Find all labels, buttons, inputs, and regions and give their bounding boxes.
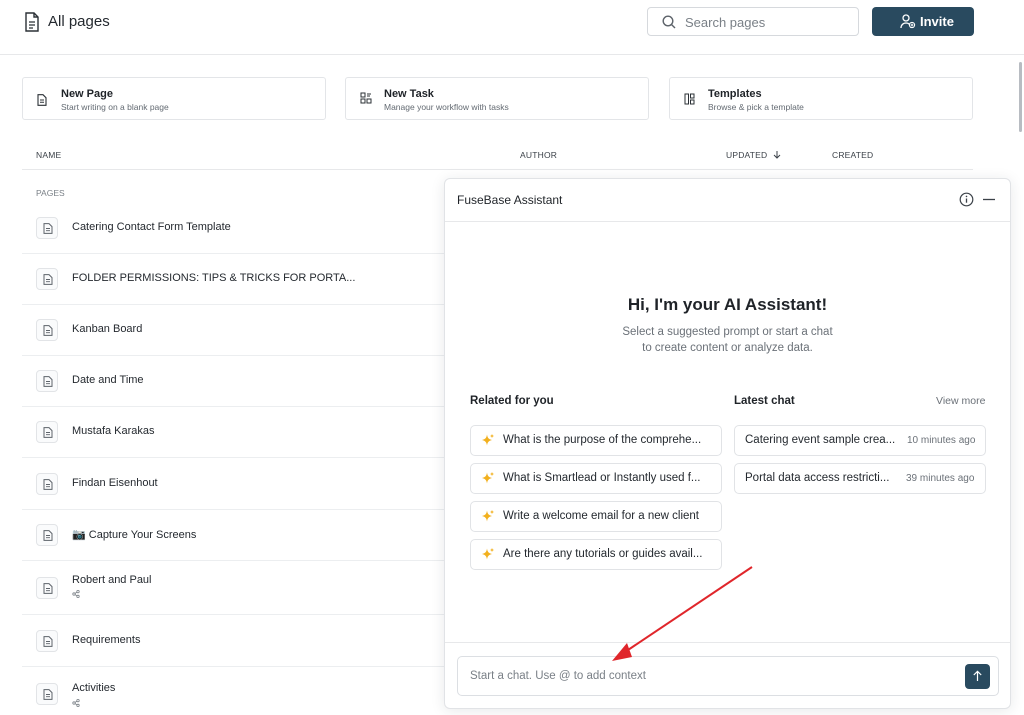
card-title: New Task [384, 88, 434, 100]
page-icon-box [36, 577, 58, 599]
document-icon [37, 94, 47, 106]
document-icon [43, 479, 53, 490]
row-title: Date and Time [72, 374, 144, 386]
document-icon [43, 427, 53, 438]
column-header-name[interactable]: NAME [36, 150, 61, 160]
card-subtitle: Start writing on a blank page [61, 102, 169, 112]
sparkle-icon [482, 548, 494, 560]
chat-title: Portal data access restricti... [745, 472, 890, 484]
sparkle-icon [482, 510, 494, 522]
share-icon [72, 699, 80, 707]
page-icon-box [36, 217, 58, 239]
column-header-updated-label: UPDATED [726, 150, 768, 160]
task-grid-icon [360, 92, 372, 104]
view-more-link[interactable]: View more [936, 395, 985, 407]
new-page-card[interactable]: New Page Start writing on a blank page [22, 77, 326, 120]
prompt-text: Are there any tutorials or guides avail.… [503, 548, 703, 560]
suggested-prompt[interactable]: What is the purpose of the comprehe... [470, 425, 722, 456]
card-title: New Page [61, 88, 113, 100]
assistant-title: FuseBase Assistant [457, 193, 563, 207]
card-title: Templates [708, 88, 762, 100]
new-task-card[interactable]: New Task Manage your workflow with tasks [345, 77, 649, 120]
column-header-author[interactable]: AUTHOR [520, 150, 557, 160]
prompt-text: What is Smartlead or Instantly used f... [503, 472, 701, 484]
document-icon [43, 583, 53, 594]
arrow-up-icon [973, 670, 982, 681]
card-subtitle: Manage your workflow with tasks [384, 102, 509, 112]
row-title: Robert and Paul [72, 574, 152, 586]
footer-divider [445, 642, 1010, 643]
card-subtitle: Browse & pick a template [708, 102, 804, 112]
prompt-text: Write a welcome email for a new client [503, 510, 699, 522]
document-icon [43, 689, 53, 700]
related-heading: Related for you [470, 395, 554, 407]
document-icon [43, 223, 53, 234]
column-header-updated[interactable]: UPDATED [726, 150, 781, 160]
info-icon[interactable] [959, 192, 974, 207]
chat-time: 10 minutes ago [907, 435, 976, 446]
row-title: Catering Contact Form Template [72, 221, 231, 233]
row-title: Activities [72, 682, 116, 694]
column-header-created[interactable]: CREATED [832, 150, 873, 160]
page-icon-box [36, 524, 58, 546]
assistant-header: FuseBase Assistant [445, 179, 1010, 222]
assistant-subtitle-line2: to create content or analyze data. [642, 342, 813, 354]
send-button[interactable] [965, 664, 990, 689]
chat-title: Catering event sample crea... [745, 434, 896, 446]
minimize-icon[interactable] [982, 192, 996, 207]
document-icon [43, 376, 53, 387]
share-icon [72, 590, 80, 598]
page-icon-box [36, 683, 58, 705]
page-icon-box [36, 630, 58, 652]
document-icon [43, 274, 53, 285]
templates-card[interactable]: Templates Browse & pick a template [669, 77, 973, 120]
suggested-prompt[interactable]: Write a welcome email for a new client [470, 501, 722, 532]
document-icon [25, 12, 39, 32]
invite-button[interactable]: Invite [872, 7, 974, 36]
sparkle-icon [482, 434, 494, 446]
chat-input-placeholder: Start a chat. Use @ to add context [470, 670, 646, 682]
header-divider [22, 169, 973, 170]
document-icon [43, 636, 53, 647]
row-title: Kanban Board [72, 323, 143, 335]
assistant-subtitle: Select a suggested prompt or start a cha… [445, 324, 1010, 356]
add-user-icon [900, 14, 916, 29]
assistant-greeting: Hi, I'm your AI Assistant! [627, 295, 828, 314]
sparkle-icon [482, 472, 494, 484]
top-bar: All pages Search pages Invite [0, 0, 1024, 55]
page-icon-box [36, 421, 58, 443]
suggested-prompt[interactable]: What is Smartlead or Instantly used f... [470, 463, 722, 494]
invite-label: Invite [920, 14, 954, 29]
row-title: Mustafa Karakas [72, 425, 155, 437]
chat-time: 39 minutes ago [906, 473, 975, 484]
page-icon-box [36, 319, 58, 341]
page-title: All pages [48, 13, 110, 30]
suggested-prompt[interactable]: Are there any tutorials or guides avail.… [470, 539, 722, 570]
assistant-subtitle-line1: Select a suggested prompt or start a cha… [622, 326, 833, 338]
document-icon [43, 530, 53, 541]
row-title: FOLDER PERMISSIONS: TIPS & TRICKS FOR PO… [72, 272, 356, 284]
search-input[interactable]: Search pages [647, 7, 859, 36]
document-icon [43, 325, 53, 336]
row-title: 📷 Capture Your Screens [72, 529, 197, 541]
section-label: PAGES [36, 188, 65, 198]
assistant-panel: FuseBase Assistant Hi, I'm your AI Assis… [444, 178, 1011, 709]
row-title: Findan Eisenhout [72, 477, 158, 489]
arrow-down-icon [773, 151, 781, 159]
chat-input[interactable]: Start a chat. Use @ to add context [457, 656, 999, 696]
page-icon-box [36, 473, 58, 495]
search-icon [662, 15, 676, 29]
recent-chat-item[interactable]: Catering event sample crea... 10 minutes… [734, 425, 986, 456]
prompt-text: What is the purpose of the comprehe... [503, 434, 702, 446]
page-icon-box [36, 370, 58, 392]
template-icon [684, 93, 695, 105]
scrollbar[interactable] [1019, 62, 1022, 132]
row-title: Requirements [72, 634, 141, 646]
search-placeholder: Search pages [685, 15, 766, 30]
latest-chat-heading: Latest chat [734, 395, 795, 407]
page-icon-box [36, 268, 58, 290]
recent-chat-item[interactable]: Portal data access restricti... 39 minut… [734, 463, 986, 494]
